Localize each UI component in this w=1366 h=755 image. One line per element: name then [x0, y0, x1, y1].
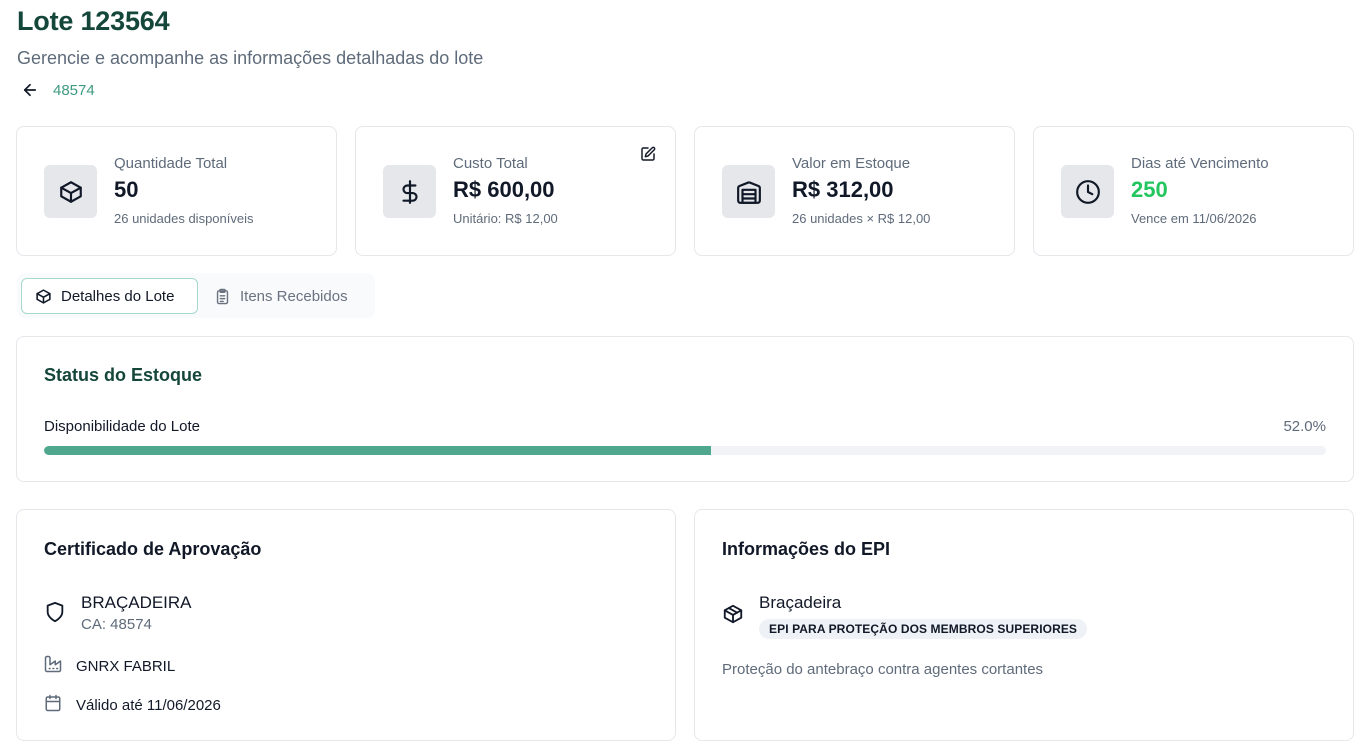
- certificate-title: Certificado de Aprovação: [44, 539, 262, 559]
- clock-icon: [1061, 165, 1114, 218]
- stat-sub: Vence em 11/06/2026: [1131, 211, 1257, 226]
- dollar-icon: [383, 165, 436, 218]
- stat-sub: 26 unidades disponíveis: [114, 211, 254, 226]
- breadcrumb: 48574: [20, 80, 95, 100]
- stat-label: Custo Total: [453, 155, 528, 172]
- tab-label: Detalhes do Lote: [61, 287, 175, 305]
- stat-card-quantity: Quantidade Total 50 26 unidades disponív…: [16, 126, 337, 256]
- manufacturer-row: GNRX FABRIL: [44, 655, 175, 677]
- package-icon: [36, 288, 51, 304]
- epi-description: Proteção do antebraço contra agentes cor…: [722, 661, 1044, 678]
- epi-name: Braçadeira: [759, 593, 842, 612]
- warehouse-icon: [722, 165, 775, 218]
- validity-row: Válido até 11/06/2026: [44, 694, 221, 716]
- manufacturer-name: GNRX FABRIL: [76, 657, 176, 675]
- epi-category-badge: EPI PARA PROTEÇÃO DOS MEMBROS SUPERIORES: [759, 619, 1088, 639]
- stat-label: Dias até Vencimento: [1131, 155, 1269, 172]
- tab-received-items[interactable]: Itens Recebidos: [214, 278, 369, 314]
- shield-icon: [44, 601, 66, 628]
- certificate-card: Certificado de Aprovação BRAÇADEIRA CA: …: [16, 509, 676, 741]
- arrow-left-icon[interactable]: [20, 80, 40, 100]
- stat-card-stock-value: Valor em Estoque R$ 312,00 26 unidades ×…: [694, 126, 1015, 256]
- package-icon: [722, 603, 744, 630]
- edit-icon[interactable]: [639, 145, 657, 163]
- status-title: Status do Estoque: [44, 365, 203, 385]
- stat-sub: Unitário: R$ 12,00: [453, 211, 558, 226]
- epi-title: Informações do EPI: [722, 539, 891, 559]
- availability-label: Disponibilidade do Lote: [44, 418, 200, 435]
- tab-list: Detalhes do Lote Itens Recebidos: [17, 273, 375, 318]
- page-title: Lote 123564: [17, 6, 170, 36]
- page-subtitle: Gerencie e acompanhe as informações deta…: [17, 48, 484, 68]
- package-icon: [44, 165, 97, 218]
- validity-date: Válido até 11/06/2026: [76, 696, 221, 714]
- tab-lot-details[interactable]: Detalhes do Lote: [21, 278, 198, 314]
- stat-value: 250: [1131, 177, 1168, 202]
- certificate-name: BRAÇADEIRA: [81, 593, 192, 612]
- stat-sub: 26 unidades × R$ 12,00: [792, 211, 931, 226]
- availability-progress-bar: [44, 446, 1326, 455]
- stat-label: Valor em Estoque: [792, 155, 911, 172]
- clipboard-list-icon: [216, 288, 229, 304]
- back-link[interactable]: 48574: [53, 82, 95, 99]
- certificate-ca: CA: 48574: [81, 616, 152, 633]
- stat-value: R$ 312,00: [792, 177, 894, 202]
- tab-label: Itens Recebidos: [240, 287, 348, 305]
- availability-percent: 52.0%: [1283, 418, 1326, 435]
- stat-label: Quantidade Total: [114, 155, 228, 172]
- stat-card-expiry: Dias até Vencimento 250 Vence em 11/06/2…: [1033, 126, 1354, 256]
- availability-progress-fill: [44, 446, 711, 455]
- stock-status-card: Status do Estoque Disponibilidade do Lot…: [16, 336, 1354, 482]
- stat-value: R$ 600,00: [453, 177, 555, 202]
- epi-info-card: Informações do EPI Braçadeira EPI PARA P…: [694, 509, 1354, 741]
- stat-value: 50: [114, 177, 139, 202]
- stat-card-cost: Custo Total R$ 600,00 Unitário: R$ 12,00: [355, 126, 676, 256]
- calendar-icon: [44, 694, 62, 716]
- factory-icon: [44, 655, 62, 677]
